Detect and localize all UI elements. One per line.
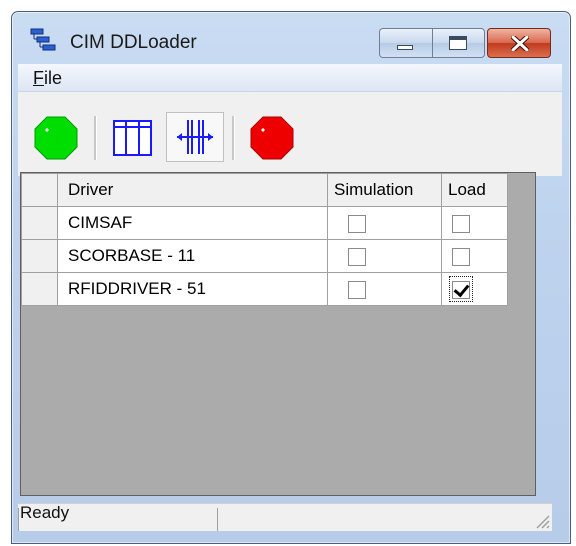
maximize-icon: [448, 36, 467, 50]
load-cell[interactable]: [441, 239, 508, 273]
menu-file-accel: F: [33, 68, 44, 88]
driver-name-cell[interactable]: RFIDDRIVER - 51: [57, 272, 328, 306]
menu-bar: [18, 64, 562, 92]
close-icon: [511, 36, 529, 51]
columns-grid-icon: [113, 120, 152, 156]
load-cell[interactable]: [441, 206, 508, 240]
caption-button-group: [379, 28, 485, 58]
menu-file-rest: ile: [44, 68, 63, 88]
load-checkbox[interactable]: [452, 247, 470, 266]
toolbar-separator: [232, 116, 235, 160]
header-corner[interactable]: [21, 173, 58, 207]
simulation-cell[interactable]: [327, 206, 442, 240]
stop-button[interactable]: [250, 116, 294, 165]
simulation-checkbox[interactable]: [348, 280, 366, 299]
start-button[interactable]: [34, 116, 78, 165]
row-selector[interactable]: [21, 239, 58, 273]
window-title: CIM DDLoader: [70, 32, 197, 53]
driver-name-cell[interactable]: SCORBASE - 11: [57, 239, 328, 273]
status-bar: Ready: [18, 503, 552, 531]
driver-table: Driver Simulation Load CIMSAF SCORBASE -…: [21, 173, 508, 306]
column-header-driver[interactable]: Driver: [57, 173, 328, 207]
load-checkbox[interactable]: [452, 214, 470, 233]
table-row[interactable]: CIMSAF: [21, 206, 508, 240]
minimize-button[interactable]: [380, 29, 432, 57]
app-network-icon: [30, 28, 56, 51]
close-button[interactable]: [487, 28, 551, 58]
resize-grip-icon[interactable]: [532, 511, 550, 529]
simulation-checkbox[interactable]: [348, 214, 366, 233]
table-row[interactable]: RFIDDRIVER - 51: [21, 272, 508, 306]
column-header-simulation[interactable]: Simulation: [327, 173, 442, 207]
row-selector[interactable]: [21, 272, 58, 306]
simulation-cell[interactable]: [327, 272, 442, 306]
driver-name-cell[interactable]: CIMSAF: [57, 206, 328, 240]
status-text: Ready: [20, 503, 70, 522]
green-octagon-icon: [34, 116, 78, 160]
simulation-checkbox[interactable]: [348, 247, 366, 266]
menu-file[interactable]: File: [33, 68, 62, 89]
driver-grid[interactable]: Driver Simulation Load CIMSAF SCORBASE -…: [20, 172, 536, 496]
maximize-button[interactable]: [431, 29, 485, 57]
focus-rectangle: [449, 276, 473, 302]
simulation-cell[interactable]: [327, 239, 442, 273]
minimize-icon: [397, 45, 413, 50]
red-octagon-icon: [250, 116, 294, 160]
row-selector[interactable]: [21, 206, 58, 240]
title-bar[interactable]: CIM DDLoader: [12, 12, 570, 72]
toolbar: [18, 92, 562, 176]
column-header-load[interactable]: Load: [441, 173, 508, 207]
column-resize-icon: [177, 120, 213, 154]
load-checkbox[interactable]: [452, 280, 470, 299]
load-cell[interactable]: [441, 272, 508, 306]
toolbar-separator: [94, 116, 97, 160]
table-row[interactable]: SCORBASE - 11: [21, 239, 508, 273]
grid-header-row: Driver Simulation Load: [21, 173, 508, 207]
columns-button[interactable]: [112, 118, 154, 163]
resize-columns-button[interactable]: [166, 112, 224, 162]
